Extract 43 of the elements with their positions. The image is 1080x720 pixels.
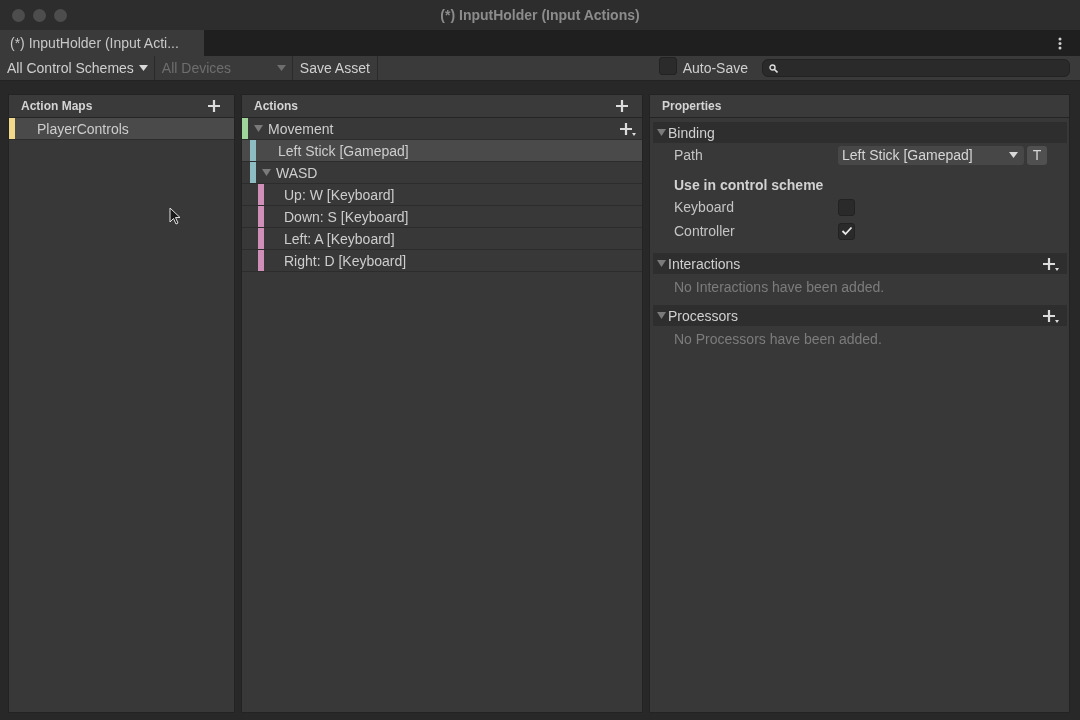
scheme-label: Controller — [674, 223, 736, 239]
collapse-triangle-icon[interactable] — [657, 311, 666, 320]
empty-message: No Interactions have been added. — [673, 278, 886, 297]
checkbox[interactable] — [838, 222, 855, 240]
binding-part-row[interactable]: Right: D [Keyboard] — [242, 250, 642, 272]
panel-title: Action Maps — [21, 99, 93, 113]
binding-part-row[interactable]: Left: A [Keyboard] — [242, 228, 642, 250]
checkmark-icon — [840, 226, 853, 236]
panel-title: Properties — [662, 99, 722, 113]
dropdown-caret-icon — [276, 65, 286, 71]
search-field[interactable] — [762, 59, 1070, 77]
window-title: (*) InputHolder (Input Actions) — [440, 7, 640, 23]
more-menu-icon[interactable] — [1058, 36, 1062, 50]
collapse-triangle-icon[interactable] — [657, 259, 666, 268]
binding-row[interactable]: Left Stick [Gamepad] — [242, 140, 642, 162]
text-mode-button[interactable]: T — [1027, 145, 1047, 165]
scheme-heading: Use in control scheme — [673, 176, 825, 195]
add-dropdown-icon[interactable] — [1043, 308, 1059, 323]
mouse-pointer-icon — [169, 207, 181, 225]
auto-save-label: Auto-Save — [682, 60, 748, 76]
add-dropdown-icon[interactable] — [1043, 256, 1059, 271]
collapse-triangle-icon[interactable] — [254, 124, 263, 133]
composite-row[interactable]: WASD — [242, 162, 642, 184]
add-dropdown-icon[interactable] — [620, 121, 636, 136]
action-map-item[interactable]: PlayerControls — [9, 118, 234, 140]
checkbox[interactable] — [658, 57, 677, 75]
scheme-label: Keyboard — [674, 199, 735, 215]
panel-title: Actions — [254, 99, 298, 113]
collapse-triangle-icon[interactable] — [657, 128, 666, 137]
dropdown-caret-icon — [138, 65, 148, 71]
dropdown-caret-icon — [1009, 152, 1018, 158]
binding-part-row[interactable]: Up: W [Keyboard] — [242, 184, 642, 206]
section-header[interactable]: Processors — [653, 305, 1067, 326]
section-header[interactable]: Binding — [653, 122, 1067, 143]
path-dropdown[interactable]: Left Stick [Gamepad] — [838, 145, 1024, 165]
path-label: Path — [674, 147, 704, 163]
section-header[interactable]: Interactions — [653, 253, 1067, 274]
control-scheme-dropdown[interactable]: All Control Schemes — [0, 56, 155, 80]
collapse-triangle-icon[interactable] — [262, 168, 271, 177]
binding-part-row[interactable]: Down: S [Keyboard] — [242, 206, 642, 228]
empty-message: No Processors have been added. — [673, 330, 883, 349]
window-tab[interactable]: (*) InputHolder (Input Acti... — [0, 30, 204, 56]
search-icon — [769, 63, 778, 73]
